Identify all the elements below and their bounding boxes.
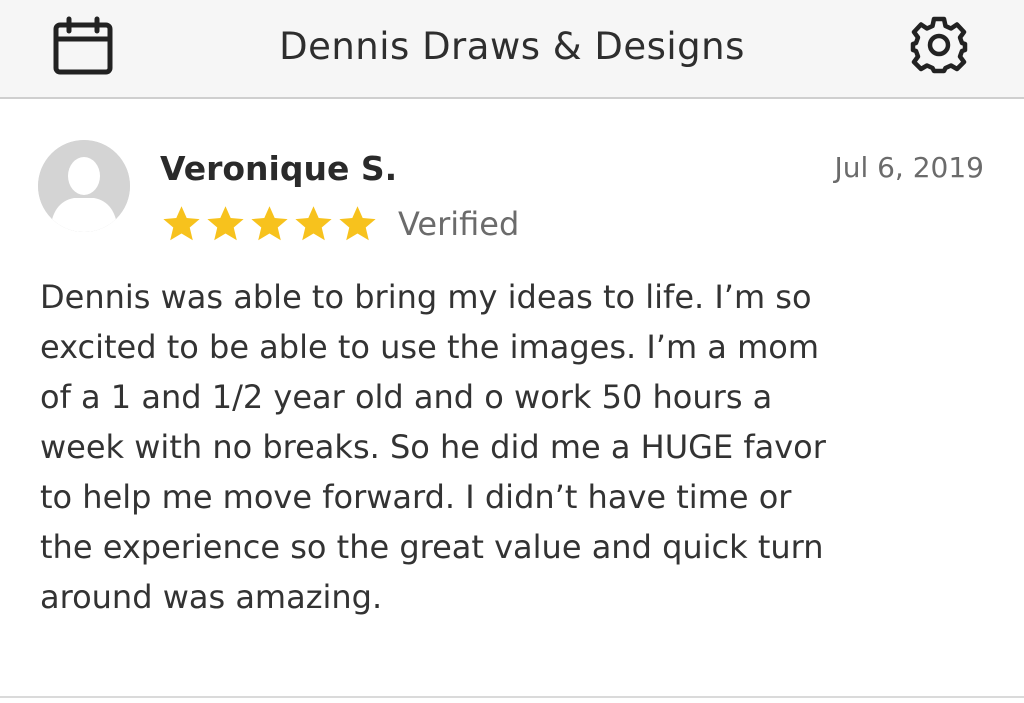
review-date: Jul 6, 2019 — [834, 151, 984, 184]
star-icon — [251, 205, 288, 240]
star-icon — [295, 205, 332, 240]
app-header: Dennis Draws & Designs — [0, 0, 1024, 99]
gear-icon — [910, 16, 968, 74]
star-icon — [339, 205, 376, 240]
star-icon — [163, 205, 200, 240]
user-silhouette-icon — [38, 140, 130, 232]
reviewer-name: Veronique S. — [160, 149, 398, 188]
divider — [0, 696, 1024, 698]
verified-badge: Verified — [398, 205, 520, 243]
stars-container — [160, 203, 380, 246]
settings-button[interactable] — [908, 14, 970, 76]
app-title: Dennis Draws & Designs — [279, 25, 745, 68]
star-rating: Verified — [160, 202, 519, 246]
star-icon — [207, 205, 244, 240]
avatar[interactable] — [38, 140, 130, 232]
review-body: Dennis was able to bring my ideas to lif… — [40, 278, 826, 616]
